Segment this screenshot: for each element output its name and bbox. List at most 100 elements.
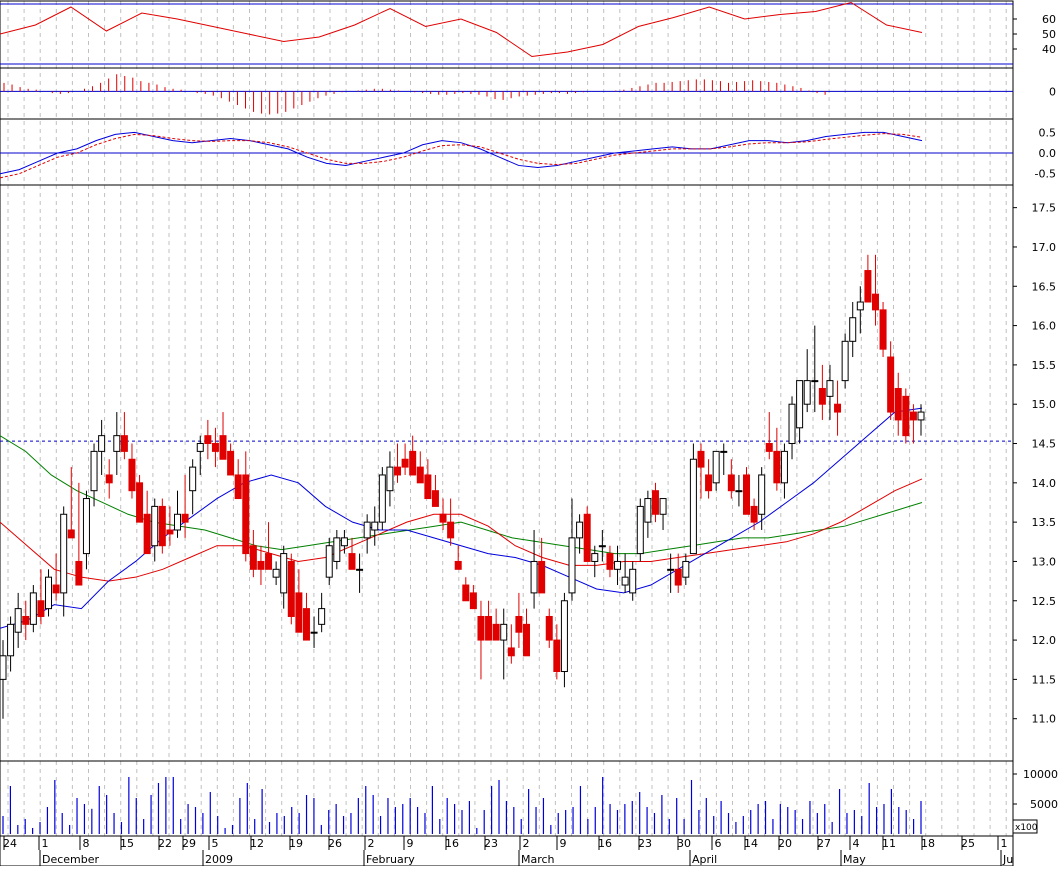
day-label: 30 [677,837,691,850]
candle-up [151,505,159,547]
day-label: 2 [523,837,530,850]
candle-up [735,490,743,493]
candle-down [227,450,235,476]
volume-panel: 10000 5000 [0,760,1058,837]
day-label: 20 [778,837,792,850]
candle-up [90,450,98,492]
day-label: 12 [250,837,264,850]
candle-up [560,600,568,673]
candle-down [416,466,424,484]
candle-down [727,474,735,492]
day-label: 26 [328,837,342,850]
candle-down [469,592,477,610]
volume-unit-label: x100 [1015,823,1038,833]
price-tick-label: 13.0 [1032,555,1057,568]
candle-down [750,505,758,523]
candle-down [52,584,60,594]
price-tick-label: 14.5 [1032,438,1057,451]
month-label: February [366,853,415,866]
candle-down [871,293,879,311]
candle-up [371,521,379,531]
macd-tick-label: 0.5 [1039,126,1057,139]
day-label: 15 [120,837,134,850]
candle-down [462,584,470,602]
candle-down [879,309,887,350]
day-label: 6 [715,837,722,850]
candle-down [265,553,273,570]
candle-up [788,403,796,445]
month-label: Ju [1002,853,1013,866]
month-label: April [692,853,717,866]
price-tick-label: 15.0 [1032,398,1057,411]
candle-down [507,647,515,657]
day-label: 23 [484,837,498,850]
candle-down [743,474,751,515]
candle-down [538,560,546,594]
price-tick-label: 12.0 [1032,634,1057,647]
candle-up [310,631,318,634]
candle-down [234,474,242,500]
candle-down [902,395,910,437]
candle-down [136,482,144,523]
candle-up [98,435,106,452]
candle-down [257,560,265,570]
candle-down [454,560,462,570]
candle-down [485,615,493,641]
candle-up [629,568,637,594]
candle-down [211,443,219,452]
candle-up [7,623,15,657]
price-tick-label: 11.0 [1032,713,1057,726]
candle-up [333,537,341,562]
day-label: 16 [445,837,459,850]
candle-down [242,474,250,555]
candle-down [409,450,417,476]
candle-up [386,466,394,492]
candle-down [105,474,113,484]
rsi-panel: 60 50 40 [0,0,1056,69]
candle-down [158,505,166,547]
candle-down [697,450,705,468]
day-label: 1 [1001,837,1008,850]
candle-up [500,623,508,641]
candle-down [909,411,917,421]
candle-down [424,474,432,500]
candle-down [120,435,128,452]
chart-canvas: 60 50 40 0 0.5 0.0 -0.5 17.5 17.0 16.5 16.0 15.5… [0,0,1058,867]
candle-up [720,450,728,453]
candle-down [834,403,842,413]
candle-down [515,615,523,633]
candle-up [29,592,37,625]
candle-down [447,521,455,539]
rsi-tick-label: 50 [1042,28,1056,41]
volume-tick-label: 5000 [1030,798,1058,811]
price-tick-label: 14.0 [1032,477,1057,490]
candle-down [477,615,485,641]
candle-down [522,623,530,657]
day-label: 18 [921,837,935,850]
candle-up [568,537,576,594]
candle-up [849,317,857,342]
candle-down [181,513,189,523]
candle-down [128,458,136,492]
candle-up [780,450,788,484]
day-label: 16 [598,837,612,850]
candle-up [758,474,766,515]
macd-panel: 0.5 0.0 -0.5 [0,118,1057,186]
candle-up [45,576,53,610]
candle-up [591,553,599,562]
month-label: December [42,853,100,866]
candle-down [22,615,30,625]
candle-down [75,560,83,586]
candle-down [249,545,257,570]
macd-signal-line [0,133,923,179]
candle-down [545,615,553,641]
candle-down [143,513,151,555]
candle-down [287,560,295,617]
macd-histogram-panel: 0 [0,67,1056,120]
price-tick-label: 16.5 [1032,280,1057,293]
macd-tick-label: -0.5 [1035,168,1056,181]
candle-up [0,655,7,680]
candle-down [166,529,174,535]
day-label: 9 [407,837,414,850]
price-tick-label: 12.5 [1032,595,1057,608]
